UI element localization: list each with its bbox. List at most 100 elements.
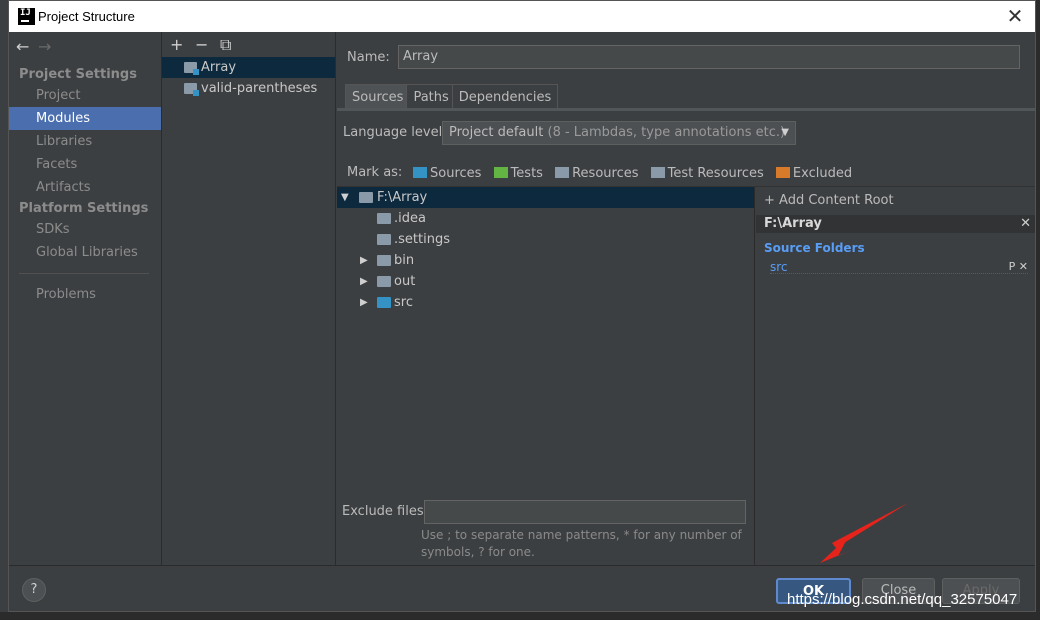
name-label: Name:	[347, 50, 390, 65]
tab-sources[interactable]: Sources	[345, 84, 411, 109]
tree-item-settings[interactable]: .settings	[337, 229, 754, 250]
tree-item-label: bin	[394, 253, 415, 268]
mark-tests-button[interactable]: Tests	[493, 166, 543, 181]
folder-icon	[377, 276, 391, 287]
add-icon[interactable]: +	[170, 35, 195, 54]
remove-root-icon[interactable]: ✕	[1020, 215, 1031, 233]
mark-label: Excluded	[792, 166, 853, 181]
intellij-logo-icon: IJ	[18, 8, 35, 25]
nav-item-project[interactable]: Project	[9, 84, 161, 107]
nav-item-global-libraries[interactable]: Global Libraries	[9, 241, 161, 264]
ide-backdrop	[0, 0, 8, 620]
close-icon[interactable]: ✕	[1003, 4, 1027, 28]
remove-folder-icon[interactable]: ✕	[1019, 260, 1028, 273]
remove-icon[interactable]: −	[195, 35, 220, 54]
tab-paths[interactable]: Paths	[406, 84, 456, 109]
tree-item-label: src	[394, 295, 413, 310]
module-label: Array	[201, 60, 237, 75]
language-level-dropdown[interactable]: Project default (8 - Lambdas, type annot…	[442, 121, 796, 145]
folder-icon	[377, 255, 391, 266]
folder-icon	[377, 234, 391, 245]
add-content-root-button[interactable]: + Add Content Root	[764, 193, 894, 208]
source-folder-icon	[377, 297, 391, 308]
tree-root-label: F:\Array	[377, 190, 428, 205]
forward-arrow-icon[interactable]: →	[38, 37, 60, 56]
tree-item-src[interactable]: ▶ src	[337, 292, 754, 313]
excluded-folder-icon	[775, 167, 790, 178]
back-arrow-icon[interactable]: ←	[16, 37, 38, 56]
platform-settings-header: Platform Settings	[19, 201, 149, 216]
mark-excluded-button[interactable]: Excluded	[775, 166, 853, 181]
help-button[interactable]: ?	[22, 578, 46, 602]
modules-toolbar: + − ⧉	[170, 35, 245, 55]
source-folder-controls: P ✕	[1009, 260, 1028, 274]
mark-resources-button[interactable]: Resources	[555, 166, 638, 181]
chevron-right-icon[interactable]: ▶	[360, 271, 368, 292]
module-item-array[interactable]: Array	[162, 57, 335, 78]
module-tabs: Sources Paths Dependencies	[345, 84, 559, 109]
copy-icon[interactable]: ⧉	[220, 35, 245, 55]
tree-item-idea[interactable]: .idea	[337, 208, 754, 229]
module-name-field[interactable]: Array	[398, 45, 1020, 69]
ide-backdrop-bottom	[0, 612, 1040, 620]
nav-item-libraries[interactable]: Libraries	[9, 130, 161, 153]
content-root-header: F:\Array ✕	[756, 215, 1035, 233]
project-structure-dialog: IJ Project Structure ✕ ← → Project Settin…	[8, 0, 1036, 612]
module-item-valid-parentheses[interactable]: valid-parentheses	[162, 78, 335, 99]
folder-icon	[377, 213, 391, 224]
tree-item-label: .idea	[394, 211, 426, 226]
mark-label: Resources	[572, 166, 639, 181]
mark-as-label: Mark as:	[347, 165, 403, 180]
source-folder-row[interactable]: src P ✕	[770, 260, 1028, 274]
nav-item-artifacts[interactable]: Artifacts	[9, 176, 161, 199]
title-bar: IJ Project Structure ✕	[9, 1, 1035, 32]
tree-item-out[interactable]: ▶ out	[337, 271, 754, 292]
sources-folder-icon	[413, 167, 427, 178]
tree-item-bin[interactable]: ▶ bin	[337, 250, 754, 271]
resources-folder-icon	[555, 167, 570, 178]
mark-sources-button[interactable]: Sources	[413, 166, 481, 181]
hint-line: Use ; to separate name patterns, * for a…	[421, 528, 742, 542]
mark-label: Sources	[430, 166, 482, 181]
mark-as-buttons: Sources Tests Resources Test Resources E…	[413, 166, 860, 186]
language-level-detail: (8 - Lambdas, type annotations etc.)	[547, 125, 786, 140]
language-level-value: Project default	[449, 125, 544, 140]
exclude-files-label: Exclude files:	[342, 504, 429, 519]
watermark: https://blog.csdn.net/qq_32575047	[787, 591, 1018, 608]
content-root-path: F:\Array	[764, 216, 822, 231]
project-settings-header: Project Settings	[19, 67, 137, 82]
module-label: valid-parentheses	[201, 81, 318, 96]
source-folders-title: Source Folders	[764, 241, 865, 255]
chevron-right-icon[interactable]: ▶	[360, 292, 368, 313]
mark-label: Test Resources	[667, 166, 764, 181]
nav-item-problems[interactable]: Problems	[9, 283, 161, 306]
language-level-label: Language level:	[343, 125, 447, 140]
tree-item-label: .settings	[394, 232, 450, 247]
module-icon	[184, 62, 199, 75]
mark-label: Tests	[510, 166, 543, 181]
tab-dependencies[interactable]: Dependencies	[451, 84, 559, 109]
test-resources-folder-icon	[650, 167, 665, 178]
exclude-files-field[interactable]	[424, 500, 746, 524]
nav-item-modules[interactable]: Modules	[9, 107, 161, 130]
nav-item-sdks[interactable]: SDKs	[9, 218, 161, 241]
tab-underline	[337, 108, 1035, 111]
properties-icon[interactable]: P	[1009, 260, 1016, 273]
tree-root[interactable]: ▼ F:\Array	[337, 187, 754, 208]
modules-list: + − ⧉ Array valid-parentheses	[162, 32, 336, 565]
tree-item-label: out	[394, 274, 416, 289]
nav-item-facets[interactable]: Facets	[9, 153, 161, 176]
window-title: Project Structure	[38, 9, 135, 24]
exclude-files-hint: Use ; to separate name patterns, * for a…	[421, 527, 751, 561]
module-settings-panel: Name: Array Sources Paths Dependencies Lan…	[337, 32, 1035, 565]
nav-arrows: ← →	[16, 37, 60, 57]
chevron-right-icon[interactable]: ▶	[360, 250, 368, 271]
chevron-down-icon: ▼	[781, 127, 789, 138]
hint-line: symbols, ? for one.	[421, 545, 535, 559]
folder-icon	[359, 192, 373, 203]
chevron-down-icon[interactable]: ▼	[341, 187, 349, 208]
settings-nav: ← → Project Settings Project Modules Libr…	[9, 32, 162, 565]
mark-test-resources-button[interactable]: Test Resources	[650, 166, 764, 181]
content-root-panel: + Add Content Root F:\Array ✕ Source Fol…	[756, 187, 1035, 565]
tests-folder-icon	[493, 167, 508, 178]
